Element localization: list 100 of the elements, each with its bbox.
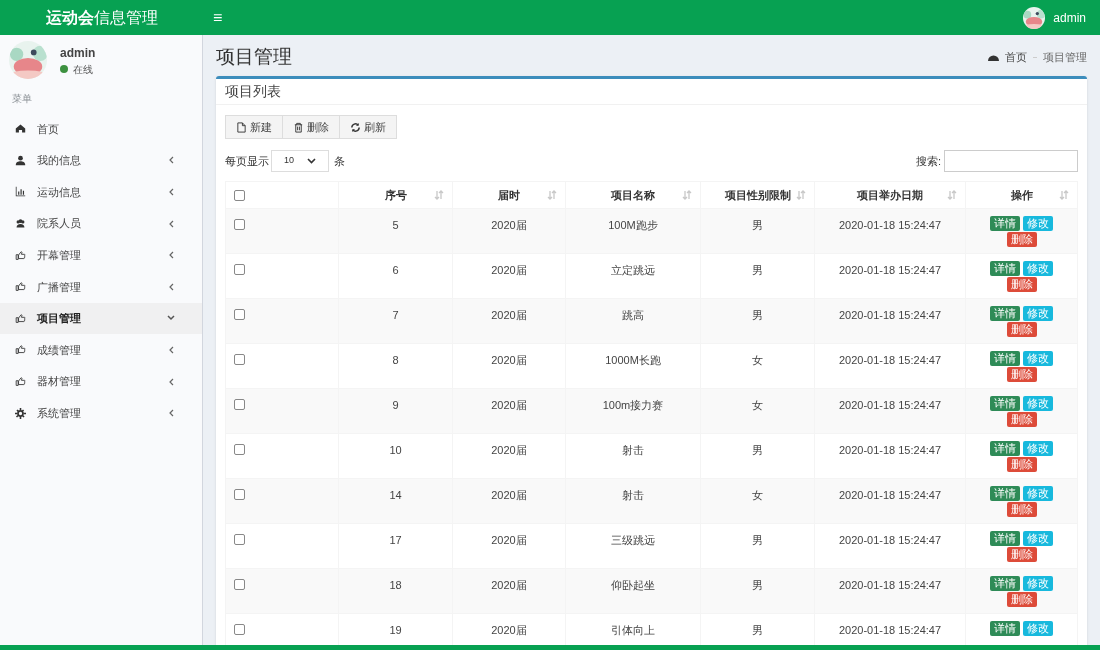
checkbox[interactable] bbox=[234, 309, 245, 320]
menu-icon[interactable]: ≡ bbox=[213, 5, 223, 30]
table-cell: 1000M长跑 bbox=[605, 354, 661, 366]
edit-button[interactable]: 修改 bbox=[1023, 621, 1053, 636]
chevron-down-icon bbox=[307, 158, 316, 164]
pointing-hand-icon bbox=[15, 376, 26, 388]
sidebar-item[interactable]: 器材管理 bbox=[0, 365, 202, 398]
search-field[interactable] bbox=[944, 150, 1078, 172]
user-name[interactable]: admin bbox=[1053, 8, 1086, 27]
toolbar-button[interactable]: 刷新 bbox=[339, 115, 397, 139]
column-header[interactable]: 序号 bbox=[338, 181, 453, 209]
checkbox[interactable] bbox=[234, 264, 245, 275]
checkbox[interactable] bbox=[234, 534, 245, 545]
sidebar-item[interactable]: 广播管理 bbox=[0, 270, 202, 303]
delete-button[interactable]: 删除 bbox=[1006, 592, 1037, 607]
delete-button[interactable]: 删除 bbox=[1006, 367, 1037, 382]
details-button[interactable]: 详情 bbox=[990, 531, 1020, 546]
breadcrumb-link[interactable]: 首页 bbox=[1005, 48, 1027, 66]
sort-icon bbox=[796, 190, 806, 200]
toolbar-button[interactable]: 新建 bbox=[225, 115, 283, 139]
sidebar-item[interactable]: 系统管理 bbox=[0, 397, 202, 429]
toolbar-button[interactable]: 删除 bbox=[282, 115, 340, 139]
details-button[interactable]: 详情 bbox=[990, 441, 1020, 456]
edit-button[interactable]: 修改 bbox=[1023, 486, 1053, 501]
details-button[interactable]: 详情 bbox=[990, 216, 1020, 231]
sort-icon bbox=[434, 190, 444, 200]
delete-button[interactable]: 删除 bbox=[1006, 322, 1037, 337]
panel-title: 项目列表 bbox=[225, 82, 281, 101]
app-logo[interactable]: 运动会信息管理 bbox=[45, 5, 158, 30]
sidebar-item[interactable]: 运动信息 bbox=[0, 176, 202, 208]
edit-button[interactable]: 修改 bbox=[1023, 396, 1053, 411]
checkbox[interactable] bbox=[234, 190, 245, 202]
table-cell: 10 bbox=[389, 444, 402, 456]
checkbox[interactable] bbox=[234, 399, 245, 410]
home-icon bbox=[15, 123, 26, 135]
pointing-hand-icon bbox=[15, 281, 26, 293]
column-header[interactable]: 项目举办日期 bbox=[814, 181, 966, 209]
column-header[interactable]: 届时 bbox=[452, 181, 566, 209]
sidebar-item[interactable]: 我的信息 bbox=[0, 144, 202, 177]
delete-button[interactable]: 删除 bbox=[1006, 277, 1037, 292]
edit-button[interactable]: 修改 bbox=[1023, 261, 1053, 276]
table-cell: 100M跑步 bbox=[608, 219, 658, 231]
details-button[interactable]: 详情 bbox=[990, 621, 1020, 636]
sidebar-item[interactable]: 院系人员 bbox=[0, 207, 202, 240]
details-button[interactable]: 详情 bbox=[990, 261, 1020, 276]
menu-heading: 菜单 bbox=[11, 92, 33, 106]
sidebar-item[interactable]: 开幕管理 bbox=[0, 239, 202, 271]
edit-button[interactable]: 修改 bbox=[1023, 441, 1053, 456]
table-cell: 2020届 bbox=[491, 534, 527, 546]
table-cell: 2020-01-18 15:24:47 bbox=[838, 579, 942, 591]
table-cell: 2020届 bbox=[491, 219, 527, 231]
table-cell: 仰卧起坐 bbox=[611, 579, 655, 591]
edit-button[interactable]: 修改 bbox=[1023, 351, 1053, 366]
column-header[interactable]: 操作 bbox=[965, 181, 1078, 209]
delete-button[interactable]: 删除 bbox=[1006, 412, 1037, 427]
table-cell: 男 bbox=[752, 219, 763, 231]
chevron-left-icon bbox=[168, 409, 174, 418]
sidebar-item[interactable]: 首页 bbox=[0, 113, 202, 145]
checkbox[interactable] bbox=[234, 219, 245, 230]
page-size-select[interactable]: 10 bbox=[271, 150, 329, 172]
edit-button[interactable]: 修改 bbox=[1023, 531, 1053, 546]
edit-button[interactable]: 修改 bbox=[1023, 216, 1053, 231]
delete-button[interactable]: 删除 bbox=[1006, 547, 1037, 562]
checkbox[interactable] bbox=[234, 489, 245, 500]
delete-button[interactable]: 删除 bbox=[1006, 457, 1037, 472]
checkbox[interactable] bbox=[234, 354, 245, 365]
chevron-left-icon bbox=[168, 282, 174, 291]
table-cell: 2020届 bbox=[491, 354, 527, 366]
table-cell: 2020-01-18 15:24:47 bbox=[838, 354, 942, 366]
details-button[interactable]: 详情 bbox=[990, 486, 1020, 501]
table-cell: 2020届 bbox=[491, 309, 527, 321]
page-size-label: 条 bbox=[334, 153, 345, 169]
table-cell: 女 bbox=[752, 354, 763, 366]
edit-button[interactable]: 修改 bbox=[1023, 306, 1053, 321]
table-cell: 2020届 bbox=[491, 624, 527, 636]
user-icon bbox=[15, 154, 26, 166]
sidebar-item[interactable]: 成绩管理 bbox=[0, 334, 202, 366]
column-header[interactable]: 项目名称 bbox=[565, 181, 701, 209]
details-button[interactable]: 详情 bbox=[990, 576, 1020, 591]
table-cell: 2020届 bbox=[491, 489, 527, 501]
table-cell: 2020-01-18 15:24:47 bbox=[838, 489, 942, 501]
table-cell: 2020-01-18 15:24:47 bbox=[838, 309, 942, 321]
table-cell: 男 bbox=[752, 579, 763, 591]
chevron-left-icon bbox=[168, 345, 174, 354]
column-header[interactable]: 项目性别限制 bbox=[700, 181, 815, 209]
table-cell: 2020届 bbox=[491, 579, 527, 591]
details-button[interactable]: 详情 bbox=[990, 396, 1020, 411]
checkbox[interactable] bbox=[234, 579, 245, 590]
table-cell: 2020-01-18 15:24:47 bbox=[838, 444, 942, 456]
checkbox[interactable] bbox=[234, 444, 245, 455]
details-button[interactable]: 详情 bbox=[990, 306, 1020, 321]
checkbox[interactable] bbox=[234, 624, 245, 635]
search-label: 搜索: bbox=[915, 153, 941, 169]
details-button[interactable]: 详情 bbox=[990, 351, 1020, 366]
bar-chart-icon bbox=[15, 186, 26, 198]
sort-icon bbox=[947, 190, 957, 200]
sidebar-item[interactable]: 项目管理 bbox=[0, 302, 202, 335]
delete-button[interactable]: 删除 bbox=[1006, 502, 1037, 517]
delete-button[interactable]: 删除 bbox=[1006, 232, 1037, 247]
edit-button[interactable]: 修改 bbox=[1023, 576, 1053, 591]
